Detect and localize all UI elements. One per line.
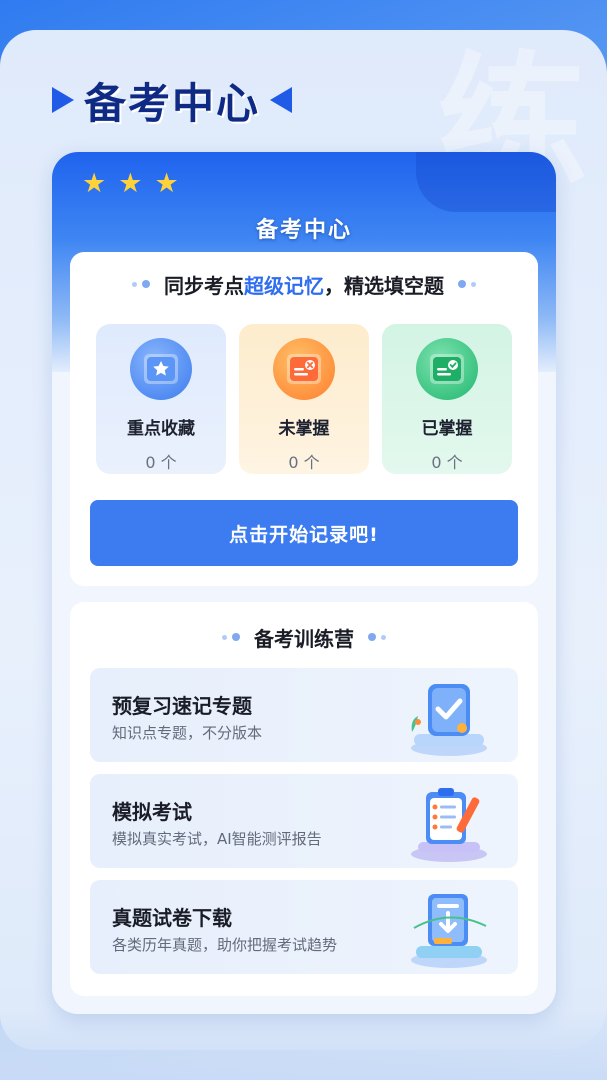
dots-decoration xyxy=(458,280,476,288)
tile-label: 已掌握 xyxy=(421,419,473,439)
camp-item-subtitle: 知识点专题，不分版本 xyxy=(112,724,263,742)
tile-count: 0 个 xyxy=(288,453,320,472)
tile-favorites[interactable]: 重点收藏 0 个 xyxy=(96,324,226,474)
camp-item-review[interactable]: 预复习速记专题 知识点专题，不分版本 xyxy=(90,668,518,762)
camp-heading: 备考训练营 xyxy=(70,602,538,672)
main-card: ★ ★ ★ 备考中心 同步考点超级记忆，精选填空题 重点收藏 0 个 未掌握 0… xyxy=(52,152,556,1014)
camp-item-subtitle: 各类历年真题，助你把握考试趋势 xyxy=(112,936,338,954)
camp-item-mock-exam[interactable]: 模拟考试 模拟真实考试，AI智能测评报告 xyxy=(90,774,518,868)
camp-item-title: 预复习速记专题 xyxy=(112,694,252,718)
star-icon: ★ xyxy=(82,168,107,199)
sync-heading: 同步考点超级记忆，精选填空题 xyxy=(70,252,538,316)
star-rating: ★ ★ ★ xyxy=(82,168,179,199)
card-title: 备考中心 xyxy=(255,218,352,243)
dots-decoration xyxy=(132,280,150,288)
training-camp-panel: 备考训练营 预复习速记专题 知识点专题，不分版本 模拟考试 模拟真实考试，AI智… xyxy=(70,602,538,996)
star-icon: ★ xyxy=(118,168,143,199)
tile-count: 0 个 xyxy=(431,453,463,472)
tile-label: 未掌握 xyxy=(278,419,330,439)
sync-heading-accent: 超级记忆 xyxy=(244,273,324,298)
sync-memory-panel: 同步考点超级记忆，精选填空题 重点收藏 0 个 未掌握 0 个 已掌握 0 个 … xyxy=(70,252,538,586)
dots-decoration xyxy=(222,633,240,641)
page-title: 备考中心 xyxy=(84,78,261,128)
check-card-icon xyxy=(411,684,487,756)
background-book-decoration xyxy=(0,1010,607,1080)
camp-item-title: 真题试卷下载 xyxy=(112,906,232,930)
check-book-icon xyxy=(416,338,478,400)
tile-label: 重点收藏 xyxy=(127,419,195,439)
cross-book-icon xyxy=(273,338,335,400)
page-header: 备考中心 xyxy=(52,72,293,128)
camp-item-past-papers[interactable]: 真题试卷下载 各类历年真题，助你把握考试趋势 xyxy=(90,880,518,974)
start-recording-button[interactable]: 点击开始记录吧! xyxy=(90,500,518,566)
camp-item-title: 模拟考试 xyxy=(112,800,192,824)
camp-heading-text: 备考训练营 xyxy=(254,626,354,651)
clipboard-pencil-icon xyxy=(411,788,487,862)
dots-decoration xyxy=(368,633,386,641)
triangle-left-icon xyxy=(270,87,293,113)
star-book-icon xyxy=(130,338,192,400)
tile-count: 0 个 xyxy=(145,453,177,472)
tile-mastered[interactable]: 已掌握 0 个 xyxy=(382,324,512,474)
record-tiles: 重点收藏 0 个 未掌握 0 个 已掌握 0 个 xyxy=(70,316,538,474)
sync-heading-suffix: ，精选填空题 xyxy=(324,273,444,298)
download-doc-icon xyxy=(411,894,487,968)
triangle-right-icon xyxy=(52,87,74,113)
sync-heading-prefix: 同步考点 xyxy=(164,273,244,298)
camp-item-subtitle: 模拟真实考试，AI智能测评报告 xyxy=(112,830,322,848)
star-icon: ★ xyxy=(154,168,179,199)
tile-unmastered[interactable]: 未掌握 0 个 xyxy=(239,324,369,474)
